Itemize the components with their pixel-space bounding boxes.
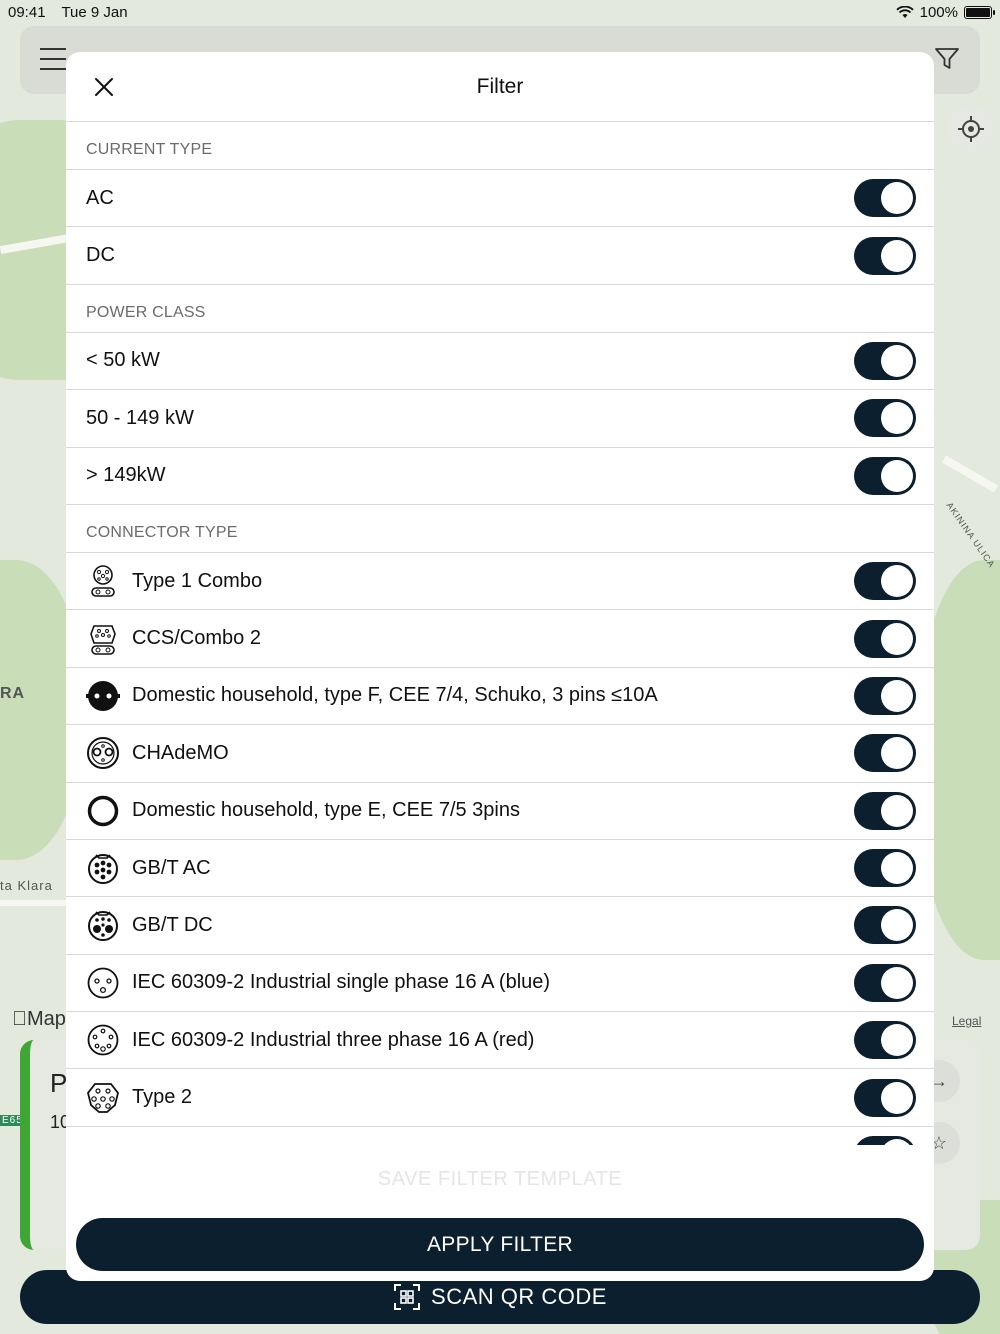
- type1-combo-icon: [86, 564, 120, 598]
- filter-row-type-e[interactable]: Domestic household, type E, CEE 7/5 3pin…: [66, 783, 934, 840]
- iec-three-phase-icon: [86, 1023, 120, 1057]
- toggle-type1-combo[interactable]: [854, 562, 916, 601]
- toggle-chademo[interactable]: [854, 734, 916, 773]
- filter-row-partial[interactable]: [66, 1127, 934, 1145]
- status-time: 09:41: [8, 3, 46, 21]
- filter-label: Domestic household, type E, CEE 7/5 3pin…: [132, 799, 520, 822]
- filter-label: Type 1 Combo: [132, 569, 263, 592]
- apply-filter-button[interactable]: APPLY FILTER: [76, 1218, 924, 1271]
- map-street-label: AKININA ULICA: [944, 500, 998, 570]
- section-header-connector-type: CONNECTOR TYPE: [66, 505, 934, 553]
- legal-link[interactable]: Legal: [952, 1014, 981, 1028]
- schuko-icon: [86, 679, 120, 713]
- filter-row-type1-combo[interactable]: Type 1 Combo: [66, 553, 934, 611]
- filter-row-gbt-ac[interactable]: GB/T AC: [66, 840, 934, 898]
- filter-label: 50 - 149 kW: [86, 406, 194, 429]
- toggle-ac[interactable]: [854, 179, 916, 218]
- map-road: [0, 900, 70, 906]
- filter-row-under-50[interactable]: < 50 kW: [66, 333, 934, 391]
- section-header-current-type: CURRENT TYPE: [66, 122, 934, 170]
- type-e-icon: [86, 794, 120, 828]
- filter-icon[interactable]: [934, 46, 960, 72]
- toggle-partial[interactable]: [854, 1136, 916, 1145]
- qr-code-icon: [394, 1284, 421, 1310]
- filter-label: DC: [86, 244, 115, 267]
- close-icon[interactable]: [92, 75, 116, 99]
- filter-label: Domestic household, type F, CEE 7/4, Sch…: [132, 684, 658, 707]
- toggle-type-e[interactable]: [854, 791, 916, 830]
- save-filter-template-button[interactable]: SAVE FILTER TEMPLATE: [66, 1168, 934, 1191]
- gbt-dc-icon: [86, 908, 120, 942]
- toggle-50-149kw[interactable]: [854, 399, 916, 438]
- chademo-icon: [86, 736, 120, 770]
- filter-label: IEC 60309-2 Industrial three phase 16 A …: [132, 1028, 535, 1051]
- station-name-fragment: P: [50, 1068, 68, 1098]
- filter-label: > 149kW: [86, 464, 166, 487]
- filter-label: IEC 60309-2 Industrial single phase 16 A…: [132, 971, 551, 994]
- toggle-iec-single-phase[interactable]: [854, 963, 916, 1002]
- ccs-combo2-icon: [86, 622, 120, 656]
- filter-row-iec-single-phase[interactable]: IEC 60309-2 Industrial single phase 16 A…: [66, 955, 934, 1013]
- filter-row-chademo[interactable]: CHAdeMO: [66, 725, 934, 783]
- filter-label: GB/T AC: [132, 856, 211, 879]
- toggle-gbt-dc[interactable]: [854, 906, 916, 945]
- wifi-icon: [895, 5, 914, 18]
- connector-icon: [86, 1138, 120, 1145]
- filter-row-iec-three-phase[interactable]: IEC 60309-2 Industrial three phase 16 A …: [66, 1012, 934, 1070]
- filter-label: CCS/Combo 2: [132, 627, 261, 650]
- filter-label: GB/T DC: [132, 913, 213, 936]
- toggle-ccs-combo2[interactable]: [854, 619, 916, 658]
- iec-single-phase-icon: [86, 966, 120, 1000]
- filter-list[interactable]: CURRENT TYPE AC DC POWER CLASS < 50 kW 5…: [66, 122, 934, 1145]
- filter-row-schuko[interactable]: Domestic household, type F, CEE 7/4, Sch…: [66, 668, 934, 726]
- filter-row-ccs-combo2[interactable]: CCS/Combo 2: [66, 610, 934, 668]
- toggle-type2[interactable]: [854, 1078, 916, 1117]
- map-place-label: RA: [0, 685, 26, 702]
- filter-label: CHAdeMO: [132, 741, 229, 764]
- status-date: Tue 9 Jan: [61, 3, 128, 21]
- type2-icon: [86, 1081, 120, 1115]
- filter-modal: Filter CURRENT TYPE AC DC POWER CLASS < …: [66, 52, 934, 1281]
- filter-row-50-149[interactable]: 50 - 149 kW: [66, 390, 934, 448]
- crosshair-icon: [958, 116, 984, 142]
- filter-row-type2[interactable]: Type 2: [66, 1069, 934, 1127]
- status-bar: 09:41 Tue 9 Jan 100%: [0, 0, 1000, 24]
- toggle-under-50kw[interactable]: [854, 341, 916, 380]
- section-header-power-class: POWER CLASS: [66, 285, 934, 333]
- filter-label: AC: [86, 186, 114, 209]
- filter-label: Type 2: [132, 1086, 193, 1109]
- toggle-over-149kw[interactable]: [854, 456, 916, 495]
- locate-button[interactable]: [948, 106, 994, 152]
- modal-title: Filter: [476, 74, 524, 98]
- gbt-ac-icon: [86, 851, 120, 885]
- battery-percent: 100%: [919, 3, 958, 21]
- toggle-dc[interactable]: [854, 236, 916, 275]
- map-road: [942, 455, 998, 493]
- toggle-schuko[interactable]: [854, 676, 916, 715]
- modal-header: Filter: [66, 52, 934, 122]
- filter-row-gbt-dc[interactable]: GB/T DC: [66, 897, 934, 955]
- filter-row-dc[interactable]: DC: [66, 227, 934, 285]
- battery-icon: [964, 5, 995, 19]
- filter-label: < 50 kW: [86, 349, 160, 372]
- toggle-iec-three-phase[interactable]: [854, 1021, 916, 1060]
- filter-row-over-149[interactable]: > 149kW: [66, 448, 934, 505]
- scan-qr-label: SCAN QR CODE: [431, 1284, 607, 1309]
- menu-icon[interactable]: [40, 48, 66, 78]
- map-place-label: ta Klara: [0, 878, 53, 893]
- toggle-gbt-ac[interactable]: [854, 849, 916, 888]
- filter-row-ac[interactable]: AC: [66, 170, 934, 228]
